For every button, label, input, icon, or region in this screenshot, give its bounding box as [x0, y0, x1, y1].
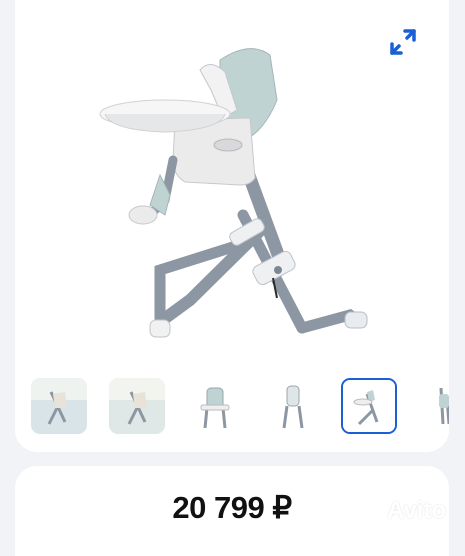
expand-gallery-button[interactable]	[383, 22, 423, 62]
thumbnail-2[interactable]	[109, 378, 165, 434]
thumbnail-strip	[15, 378, 449, 438]
gallery-card	[15, 0, 449, 452]
thumbnail-6[interactable]	[419, 378, 449, 434]
thumbnail-5[interactable]	[341, 378, 397, 434]
thumbnail-1[interactable]	[31, 378, 87, 434]
thumbnail-3[interactable]	[187, 378, 243, 434]
avito-watermark: Avito	[356, 497, 446, 525]
expand-arrows-icon	[390, 29, 416, 55]
watermark-text: Avito	[387, 497, 447, 524]
thumbnail-4[interactable]	[265, 378, 321, 434]
avito-logo-icon	[356, 499, 382, 523]
